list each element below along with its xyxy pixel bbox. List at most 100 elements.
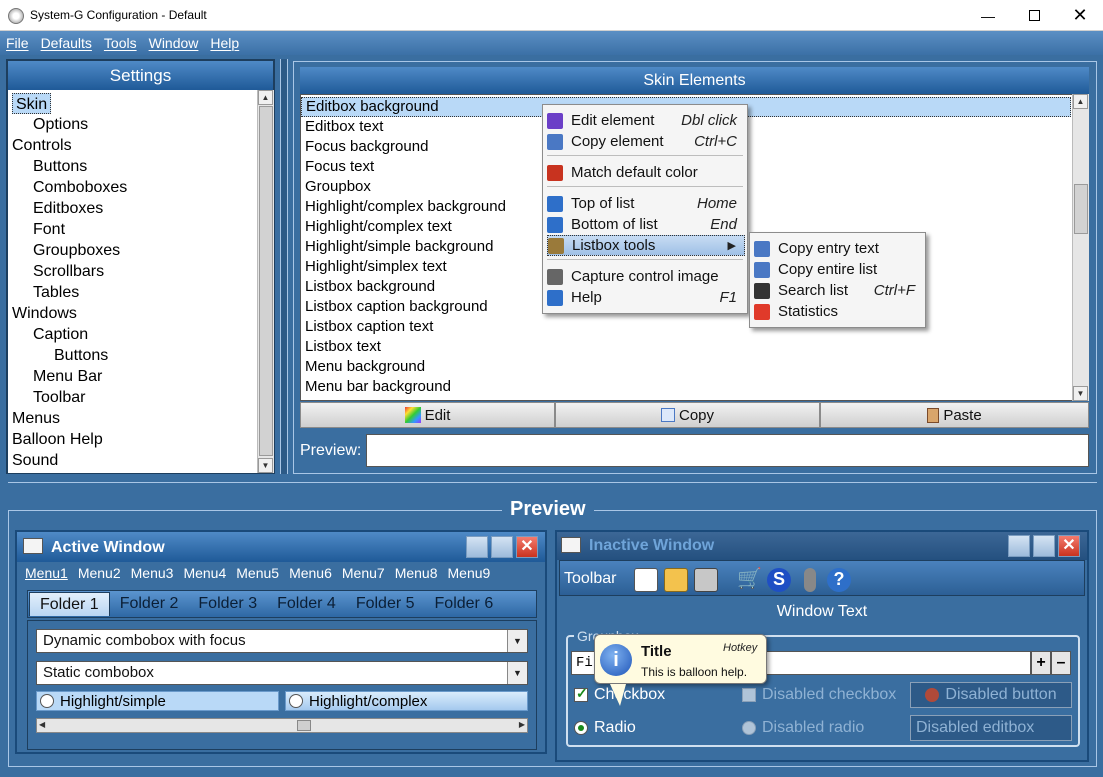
preview-menu-9[interactable]: Menu9 <box>448 565 491 585</box>
settings-item-menu-bar[interactable]: Menu Bar <box>12 366 252 387</box>
menu-tools[interactable]: Tools <box>104 35 137 51</box>
chevron-down-icon[interactable]: ▼ <box>507 630 527 652</box>
joystick-icon[interactable] <box>804 568 816 592</box>
open-folder-icon[interactable] <box>664 568 688 592</box>
highlight-simple-radio[interactable]: Highlight/simple <box>36 691 279 711</box>
menu-item-help[interactable]: Help F1 <box>547 287 745 308</box>
scroll-up-arrow-icon[interactable]: ▲ <box>1073 94 1088 109</box>
minimize-icon[interactable] <box>1008 535 1030 557</box>
settings-item-caption[interactable]: Caption <box>12 324 252 345</box>
tab-folder-6[interactable]: Folder 6 <box>425 592 504 616</box>
settings-item-editboxes[interactable]: Editboxes <box>12 198 252 219</box>
menu-item-copy-entry-text[interactable]: Copy entry text <box>754 238 923 259</box>
copy-button[interactable]: Copy <box>555 402 820 428</box>
help-icon[interactable]: ? <box>827 568 851 592</box>
menu-item-bottom-of-list[interactable]: Bottom of list End <box>547 214 745 235</box>
maximize-icon[interactable] <box>1033 535 1055 557</box>
menu-item-copy-element[interactable]: Copy element Ctrl+C <box>547 131 745 152</box>
tab-folder-4[interactable]: Folder 4 <box>267 592 346 616</box>
settings-item-sound[interactable]: Sound <box>12 450 252 471</box>
copy-icon <box>660 408 675 422</box>
tab-folder-2[interactable]: Folder 2 <box>110 592 189 616</box>
menu-item-top-of-list[interactable]: Top of list Home <box>547 193 745 214</box>
menu-item-edit-element[interactable]: Edit element Dbl click <box>547 110 745 131</box>
menu-item-search-list[interactable]: Search list Ctrl+F <box>754 280 923 301</box>
highlight-complex-radio[interactable]: Highlight/complex <box>285 691 528 711</box>
close-button[interactable]: ✕ <box>1057 0 1103 31</box>
settings-item-comboboxes[interactable]: Comboboxes <box>12 177 252 198</box>
settings-item-buttons[interactable]: Buttons <box>12 156 252 177</box>
preview-menu-3[interactable]: Menu3 <box>131 565 174 585</box>
save-icon[interactable] <box>694 568 718 592</box>
preview-menu-6[interactable]: Menu6 <box>289 565 332 585</box>
list-item[interactable]: Listbox caption text <box>301 317 1071 337</box>
close-icon[interactable]: ✕ <box>516 536 538 558</box>
menu-window[interactable]: Window <box>149 35 199 51</box>
scroll-up-arrow-icon[interactable]: ▲ <box>258 90 273 105</box>
menu-item-listbox-tools[interactable]: Listbox tools ▶ <box>547 235 745 256</box>
preview-menu-1[interactable]: Menu1 <box>25 565 68 585</box>
settings-item-font[interactable]: Font <box>12 219 252 240</box>
menu-item-statistics[interactable]: Statistics <box>754 301 923 322</box>
settings-item-controls[interactable]: Controls <box>12 135 252 156</box>
minimize-icon[interactable] <box>466 536 488 558</box>
menu-item-capture-control-image[interactable]: Capture control image <box>547 266 745 287</box>
settings-scrollbar[interactable]: ▲ ▼ <box>257 90 274 473</box>
new-document-icon[interactable] <box>634 568 658 592</box>
scroll-thumb[interactable] <box>297 720 311 731</box>
list-item[interactable]: Menu bar background <box>301 377 1071 397</box>
paste-button[interactable]: Paste <box>820 402 1089 428</box>
maximize-icon[interactable] <box>491 536 513 558</box>
settings-item-buttons[interactable]: Buttons <box>12 345 252 366</box>
preview-menu-8[interactable]: Menu8 <box>395 565 438 585</box>
list-item[interactable]: Listbox text <box>301 337 1071 357</box>
settings-item-balloon-help[interactable]: Balloon Help <box>12 429 252 450</box>
menu-help[interactable]: Help <box>210 35 239 51</box>
menu-item-match-default-color[interactable]: Match default color <box>547 162 745 183</box>
menu-item-copy-entire-list[interactable]: Copy entire list <box>754 259 923 280</box>
scroll-thumb[interactable] <box>259 106 273 456</box>
settings-tree[interactable]: Skin Options Controls Buttons Comboboxes Edit… <box>8 90 257 473</box>
disabled-radio: Disabled radio <box>742 719 864 737</box>
static-combobox[interactable]: Static combobox ▼ <box>36 661 528 685</box>
preview-menu-7[interactable]: Menu7 <box>342 565 385 585</box>
scroll-right-arrow-icon[interactable]: ▶ <box>519 720 525 729</box>
chevron-down-icon[interactable]: ▼ <box>507 662 527 684</box>
scroll-down-arrow-icon[interactable]: ▼ <box>1073 386 1088 401</box>
tab-folder-1[interactable]: Folder 1 <box>29 592 110 616</box>
splitter[interactable] <box>280 59 288 474</box>
dynamic-combobox[interactable]: Dynamic combobox with focus ▼ <box>36 629 528 653</box>
settings-item-options[interactable]: Options <box>12 114 252 135</box>
settings-item-skin[interactable]: Skin <box>12 93 52 114</box>
plus-icon[interactable]: + <box>1031 651 1051 675</box>
skin-list-scrollbar[interactable]: ▲ ▼ <box>1072 94 1089 401</box>
menu-file[interactable]: File <box>6 35 29 51</box>
preview-field <box>366 434 1089 467</box>
settings-item-scrollbars[interactable]: Scrollbars <box>12 261 252 282</box>
tab-folder-3[interactable]: Folder 3 <box>188 592 267 616</box>
minus-icon[interactable]: – <box>1051 651 1071 675</box>
menu-separator <box>547 186 743 187</box>
horizontal-scrollbar[interactable]: ◀ ▶ <box>36 718 528 733</box>
maximize-button[interactable] <box>1011 0 1057 31</box>
scroll-down-arrow-icon[interactable]: ▼ <box>258 458 273 473</box>
settings-item-toolbar[interactable]: Toolbar <box>12 387 252 408</box>
settings-item-windows[interactable]: Windows <box>12 303 252 324</box>
edit-button[interactable]: Edit <box>300 402 555 428</box>
menu-defaults[interactable]: Defaults <box>41 35 92 51</box>
minimize-button[interactable]: — <box>965 0 1011 31</box>
tab-folder-5[interactable]: Folder 5 <box>346 592 425 616</box>
s-logo-icon[interactable]: S <box>767 568 791 592</box>
scroll-left-arrow-icon[interactable]: ◀ <box>39 720 45 729</box>
scroll-thumb[interactable] <box>1074 184 1088 234</box>
settings-item-menus[interactable]: Menus <box>12 408 252 429</box>
settings-item-groupboxes[interactable]: Groupboxes <box>12 240 252 261</box>
close-icon[interactable]: ✕ <box>1058 535 1080 557</box>
radio-button[interactable]: Radio <box>574 719 636 737</box>
preview-menu-5[interactable]: Menu5 <box>236 565 279 585</box>
cart-icon[interactable]: 🛒 <box>737 568 762 592</box>
list-item[interactable]: Menu background <box>301 357 1071 377</box>
preview-menu-4[interactable]: Menu4 <box>183 565 226 585</box>
settings-item-tables[interactable]: Tables <box>12 282 252 303</box>
preview-menu-2[interactable]: Menu2 <box>78 565 121 585</box>
